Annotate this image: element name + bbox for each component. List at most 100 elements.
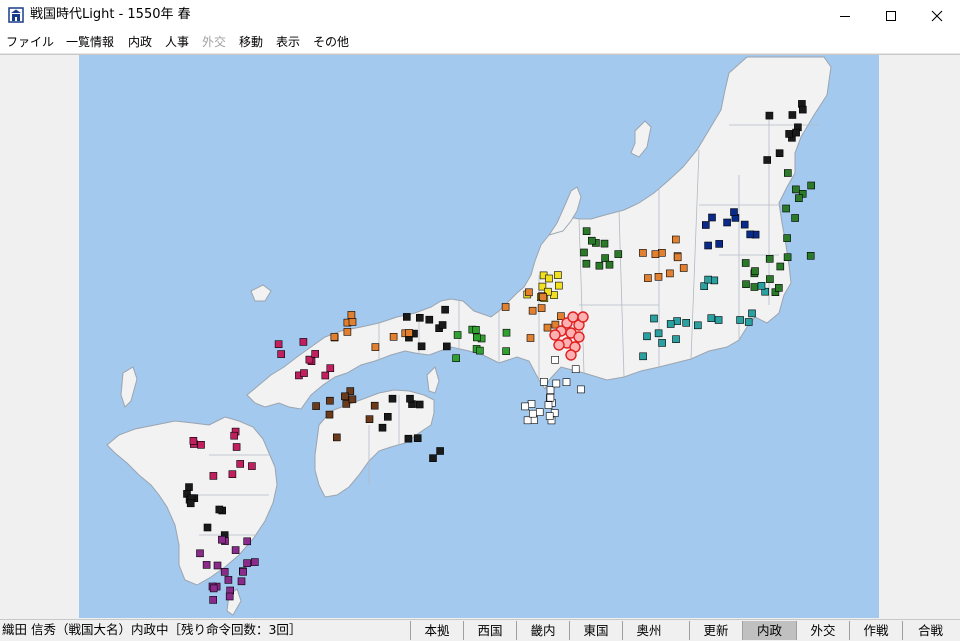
castle-marker[interactable]	[225, 592, 234, 601]
castle-marker[interactable]	[736, 316, 744, 324]
castle-marker[interactable]	[186, 499, 195, 508]
region-button-ou[interactable]: 奥州	[622, 621, 675, 640]
castle-marker[interactable]	[673, 317, 681, 325]
castle-marker[interactable]	[730, 208, 738, 216]
castle-marker[interactable]	[197, 440, 205, 449]
castle-marker[interactable]	[441, 305, 449, 314]
castle-marker[interactable]	[527, 400, 536, 408]
castle-marker[interactable]	[746, 230, 755, 239]
castle-marker[interactable]	[700, 282, 709, 290]
castle-marker[interactable]	[798, 105, 807, 114]
castle-marker[interactable]	[582, 259, 591, 268]
castle-marker[interactable]	[237, 577, 246, 586]
castle-marker[interactable]	[658, 249, 666, 257]
castle-marker[interactable]	[639, 249, 647, 257]
castle-marker[interactable]	[577, 385, 585, 394]
castle-marker[interactable]	[601, 254, 609, 262]
castle-marker[interactable]	[788, 111, 797, 119]
castle-marker[interactable]	[543, 323, 552, 332]
castle-marker[interactable]	[783, 234, 791, 242]
menu-move[interactable]: 移動	[239, 34, 263, 50]
castle-marker[interactable]	[807, 181, 816, 190]
castle-marker[interactable]	[405, 329, 413, 337]
castle-marker[interactable]	[546, 393, 555, 402]
castle-marker[interactable]	[673, 253, 682, 262]
castle-marker[interactable]	[774, 284, 783, 292]
castle-marker[interactable]	[213, 561, 222, 570]
castle-marker[interactable]	[348, 395, 357, 404]
castle-marker[interactable]	[230, 431, 238, 440]
castle-marker[interactable]	[693, 321, 702, 330]
castle-marker[interactable]	[707, 314, 716, 323]
maximize-button[interactable]	[868, 0, 914, 31]
castle-marker[interactable]	[535, 408, 544, 416]
castle-marker[interactable]	[580, 248, 588, 257]
region-button-home[interactable]: 本拠	[410, 621, 463, 640]
region-button-west[interactable]: 西国	[463, 621, 516, 640]
castle-marker[interactable]	[406, 394, 414, 403]
castle-marker[interactable]	[472, 325, 480, 334]
castle-marker[interactable]	[277, 350, 285, 358]
castle-marker[interactable]	[209, 472, 218, 480]
castle-marker[interactable]	[775, 149, 784, 157]
castle-marker[interactable]	[228, 470, 237, 479]
castle-marker[interactable]	[741, 259, 750, 267]
castle-marker[interactable]	[644, 274, 652, 282]
castle-marker[interactable]	[325, 410, 334, 419]
castle-marker[interactable]	[587, 236, 596, 245]
mode-button-strategy[interactable]: 作戦	[849, 621, 902, 640]
castle-marker[interactable]	[251, 558, 259, 566]
castle-marker[interactable]	[347, 311, 356, 319]
castle-marker[interactable]	[554, 271, 562, 279]
menu-file[interactable]: ファイル	[6, 34, 54, 50]
castle-marker[interactable]	[185, 483, 193, 491]
castle-marker[interactable]	[243, 559, 251, 568]
castle-marker[interactable]	[750, 283, 759, 291]
map-canvas[interactable]	[79, 55, 879, 618]
castle-marker[interactable]	[704, 275, 713, 284]
castle-marker[interactable]	[383, 412, 392, 421]
castle-marker[interactable]	[651, 250, 660, 258]
castle-marker[interactable]	[666, 269, 674, 278]
castle-marker[interactable]	[704, 241, 712, 250]
castle-marker[interactable]	[614, 250, 623, 258]
castle-marker[interactable]	[196, 549, 204, 558]
castle-marker[interactable]	[476, 346, 484, 355]
castle-marker[interactable]	[714, 316, 723, 324]
mode-button-battle[interactable]: 合戦	[902, 621, 958, 640]
castle-marker[interactable]	[299, 338, 308, 346]
menu-diplomacy[interactable]: 外交	[202, 34, 226, 50]
region-button-east[interactable]: 東国	[569, 621, 622, 640]
menu-personnel[interactable]: 人事	[165, 34, 189, 50]
player-castle-marker[interactable]	[565, 349, 577, 361]
castle-marker[interactable]	[236, 460, 244, 468]
castle-marker[interactable]	[546, 386, 555, 395]
castle-marker[interactable]	[189, 436, 198, 445]
castle-marker[interactable]	[239, 567, 247, 576]
close-button[interactable]	[914, 0, 960, 31]
castle-marker[interactable]	[365, 415, 374, 424]
castle-marker[interactable]	[654, 273, 663, 281]
castle-marker[interactable]	[232, 443, 241, 451]
castle-marker[interactable]	[343, 328, 352, 336]
castle-marker[interactable]	[326, 364, 335, 373]
castle-marker[interactable]	[436, 447, 444, 455]
castle-marker[interactable]	[525, 288, 533, 297]
castle-marker[interactable]	[751, 267, 759, 275]
castle-marker[interactable]	[765, 255, 774, 263]
castle-marker[interactable]	[776, 262, 785, 271]
castle-marker[interactable]	[218, 535, 226, 544]
castle-marker[interactable]	[529, 409, 537, 418]
mode-button-diplomacy[interactable]: 外交	[796, 621, 849, 640]
castle-marker[interactable]	[300, 369, 308, 377]
castle-marker[interactable]	[215, 505, 224, 514]
castle-marker[interactable]	[682, 318, 691, 327]
castle-marker[interactable]	[243, 537, 251, 546]
player-castle-marker[interactable]	[577, 311, 589, 323]
japan-map[interactable]	[79, 55, 879, 618]
castle-marker[interactable]	[333, 433, 341, 442]
castle-marker[interactable]	[740, 220, 749, 229]
mode-button-domestic[interactable]: 内政	[742, 621, 796, 640]
castle-marker[interactable]	[371, 343, 380, 351]
castle-marker[interactable]	[792, 185, 800, 194]
